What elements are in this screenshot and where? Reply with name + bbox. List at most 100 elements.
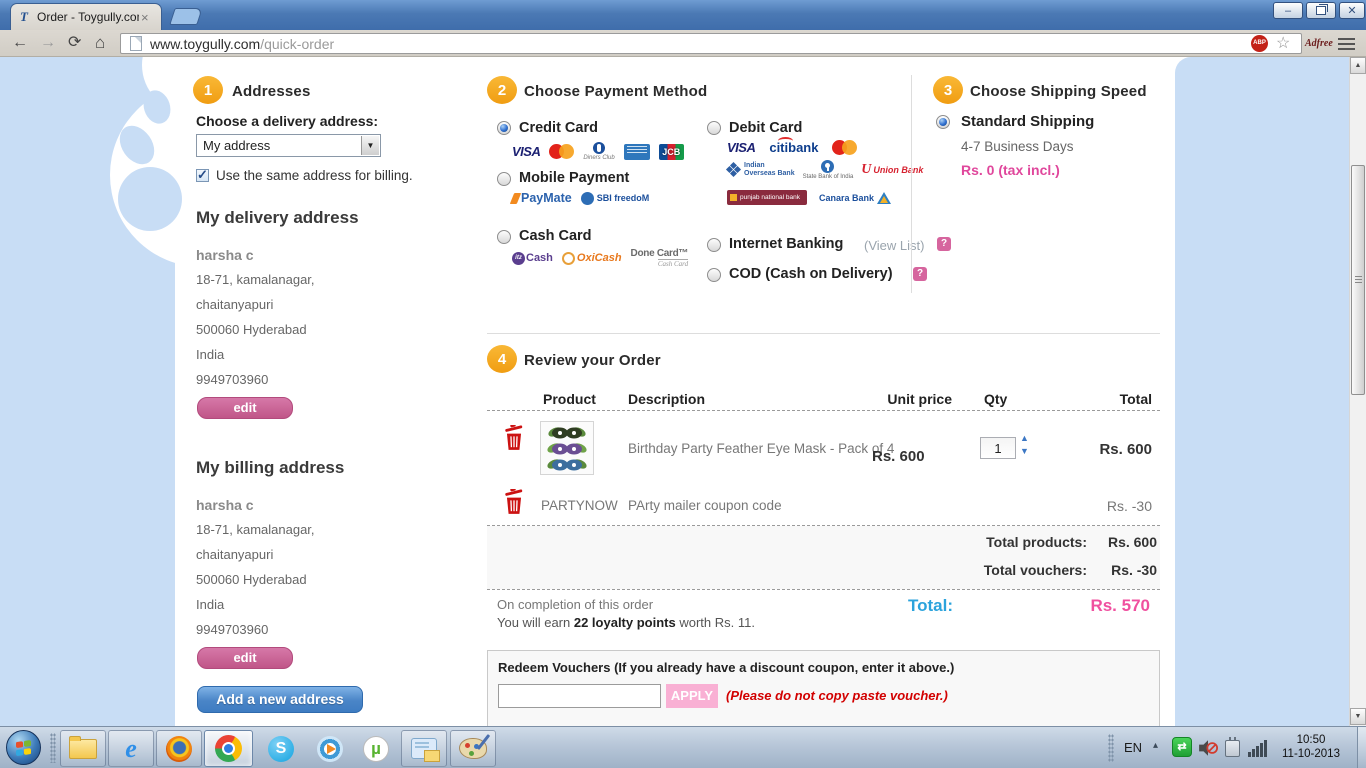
view-list-link[interactable]: (View List) bbox=[864, 238, 924, 253]
delivery-address-select[interactable]: My address ▼ bbox=[196, 134, 381, 157]
col-product: Product bbox=[543, 391, 596, 407]
quantity-down-icon[interactable]: ▼ bbox=[1020, 447, 1029, 456]
tab-close-icon[interactable]: × bbox=[141, 11, 149, 24]
cash-card-radio[interactable] bbox=[497, 230, 511, 244]
scroll-down-button[interactable]: ▼ bbox=[1350, 708, 1366, 725]
adfree-extension-icon[interactable]: Adfree bbox=[1305, 38, 1333, 49]
voucher-heading: Redeem Vouchers (If you already have a d… bbox=[498, 660, 954, 675]
show-desktop-button[interactable] bbox=[1357, 727, 1366, 768]
choose-address-label: Choose a delivery address: bbox=[196, 113, 378, 129]
total-products-value: Rs. 600 bbox=[1077, 534, 1157, 550]
mastercard-logo bbox=[832, 140, 857, 155]
edit-billing-button[interactable]: edit bbox=[197, 647, 293, 669]
toygully-favicon: T bbox=[17, 10, 31, 24]
done-card-logo: Done Card™Cash Card bbox=[631, 248, 689, 268]
scrollbar-thumb[interactable] bbox=[1351, 165, 1365, 395]
home-button[interactable]: ⌂ bbox=[95, 33, 105, 53]
new-tab-button[interactable] bbox=[169, 8, 203, 25]
taskbar-skype-button[interactable]: S bbox=[258, 730, 304, 767]
taskbar-media-player-button[interactable] bbox=[307, 730, 353, 767]
contact-name: harsha c bbox=[196, 247, 254, 263]
col-unit-price: Unit price bbox=[870, 391, 952, 407]
review-title: Review your Order bbox=[524, 352, 661, 369]
quantity-up-icon[interactable]: ▲ bbox=[1020, 434, 1029, 443]
tray-sync-icon[interactable]: ⇄ bbox=[1172, 737, 1192, 757]
apply-voucher-button[interactable]: APPLY bbox=[666, 684, 718, 708]
same-billing-checkbox[interactable]: ✓ bbox=[196, 169, 209, 182]
voucher-code-input[interactable] bbox=[498, 684, 661, 708]
section-3-badge: 3 bbox=[933, 76, 963, 104]
firefox-icon bbox=[166, 736, 192, 762]
internet-banking-label[interactable]: Internet Banking bbox=[729, 236, 843, 252]
taskbar-ie-button[interactable]: e bbox=[108, 730, 154, 767]
debit-card-radio[interactable] bbox=[707, 121, 721, 135]
volume-muted-icon[interactable] bbox=[1198, 739, 1218, 757]
standard-shipping-radio[interactable] bbox=[936, 115, 950, 129]
taskbar-firefox-button[interactable] bbox=[156, 730, 202, 767]
network-signal-icon[interactable] bbox=[1248, 738, 1271, 757]
cod-radio[interactable] bbox=[707, 268, 721, 282]
mobile-payment-radio[interactable] bbox=[497, 172, 511, 186]
close-button[interactable]: ✕ bbox=[1339, 2, 1365, 19]
vertical-scrollbar[interactable]: ▲ ▼ bbox=[1349, 57, 1366, 726]
addresses-title: Addresses bbox=[232, 83, 311, 100]
billing-address-heading: My billing address bbox=[196, 458, 344, 478]
back-button[interactable]: ← bbox=[12, 33, 28, 53]
section-divider bbox=[911, 75, 912, 293]
forward-button[interactable]: → bbox=[40, 33, 56, 53]
tray-expand-icon[interactable]: ▴ bbox=[1153, 740, 1158, 751]
cash-card-label[interactable]: Cash Card bbox=[519, 228, 592, 244]
close-icon: ✕ bbox=[1347, 4, 1356, 17]
cod-label[interactable]: COD (Cash on Delivery) bbox=[729, 266, 893, 282]
check-icon: ✓ bbox=[197, 167, 208, 183]
minimize-button[interactable]: – bbox=[1273, 2, 1303, 19]
minimize-icon: – bbox=[1285, 5, 1291, 17]
usb-device-icon[interactable] bbox=[1225, 740, 1240, 757]
jcb-logo: JCB bbox=[659, 144, 684, 160]
taskbar-chrome-button[interactable] bbox=[204, 730, 253, 767]
credit-card-label[interactable]: Credit Card bbox=[519, 120, 598, 136]
browser-tab[interactable]: T Order - Toygully.com × bbox=[10, 3, 162, 30]
screen: T Order - Toygully.com × – ✕ ← → ⟳ ⌂ www… bbox=[0, 0, 1366, 768]
address-bar[interactable]: www.toygully.com /quick-order bbox=[120, 33, 1302, 54]
debit-card-label[interactable]: Debit Card bbox=[729, 120, 802, 136]
dropdown-arrow-icon[interactable]: ▼ bbox=[361, 136, 379, 155]
address-line: chaitanyapuri bbox=[196, 547, 273, 562]
start-button[interactable] bbox=[6, 730, 41, 765]
taskbar-paint-button[interactable] bbox=[450, 730, 496, 767]
language-indicator[interactable]: EN bbox=[1124, 740, 1142, 755]
reload-button[interactable]: ⟳ bbox=[68, 33, 81, 53]
standard-shipping-label[interactable]: Standard Shipping bbox=[961, 113, 1094, 130]
internet-banking-help-icon[interactable]: ? bbox=[937, 237, 951, 251]
internet-banking-radio[interactable] bbox=[707, 238, 721, 252]
taskbar-mail-button[interactable] bbox=[401, 730, 447, 767]
taskbar-utorrent-button[interactable]: µ bbox=[354, 730, 398, 767]
section-3-number: 3 bbox=[944, 82, 952, 99]
delete-item-icon[interactable] bbox=[503, 425, 525, 451]
restore-button[interactable] bbox=[1306, 2, 1336, 19]
credit-card-radio[interactable] bbox=[497, 121, 511, 135]
page-content: 1 Addresses Choose a delivery address: M… bbox=[0, 57, 1366, 726]
taskbar-clock[interactable]: 10:50 11-10-2013 bbox=[1278, 733, 1344, 761]
taskbar-explorer-button[interactable] bbox=[60, 730, 106, 767]
quantity-input[interactable] bbox=[980, 437, 1016, 459]
cash-card-logos: itzCash OxiCash Done Card™Cash Card bbox=[512, 248, 688, 268]
adblock-plus-icon[interactable]: ABP bbox=[1251, 35, 1268, 52]
cod-help-icon[interactable]: ? bbox=[913, 267, 927, 281]
sbi-freedom-logo: SBI freedoM bbox=[581, 192, 650, 205]
media-player-icon bbox=[317, 736, 343, 762]
add-new-address-button[interactable]: Add a new address bbox=[197, 686, 363, 713]
scroll-up-button[interactable]: ▲ bbox=[1350, 57, 1366, 74]
chrome-menu-icon[interactable] bbox=[1338, 38, 1355, 50]
utorrent-icon: µ bbox=[363, 736, 389, 762]
restore-icon bbox=[1316, 6, 1326, 15]
mobile-payment-label[interactable]: Mobile Payment bbox=[519, 170, 629, 186]
address-line: 500060 Hyderabad bbox=[196, 322, 307, 337]
taskbar-grip bbox=[50, 733, 56, 763]
delete-voucher-icon[interactable] bbox=[503, 489, 525, 515]
canara-bank-logo: Canara Bank bbox=[819, 192, 891, 204]
grand-total-value: Rs. 570 bbox=[1050, 596, 1150, 616]
internet-explorer-icon: e bbox=[125, 736, 137, 762]
bookmark-star-icon[interactable]: ☆ bbox=[1276, 33, 1290, 53]
edit-delivery-button[interactable]: edit bbox=[197, 397, 293, 419]
